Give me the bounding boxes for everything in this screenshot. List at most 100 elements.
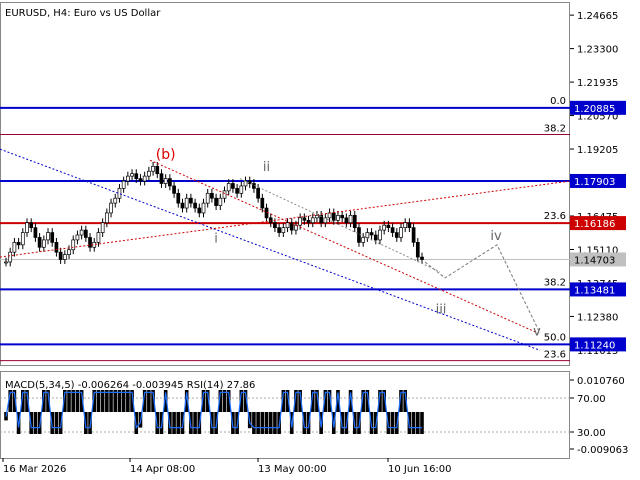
candle-body	[197, 207, 202, 214]
macd-bar	[252, 412, 256, 434]
candle-body	[420, 256, 424, 260]
candle-body	[4, 261, 8, 264]
candle-body	[394, 232, 399, 238]
macd-bar	[117, 390, 122, 412]
price-tick-label: 1.24665	[577, 11, 618, 22]
candle-body	[62, 254, 67, 260]
macd-bar	[273, 412, 277, 434]
macd-bar	[96, 390, 101, 412]
macd-bar	[67, 390, 71, 412]
candle-body	[33, 227, 38, 238]
indicator-label: MACD(5,34,5) -0.006264 -0.003945 RSI(14)…	[5, 380, 255, 391]
candle-body	[382, 224, 387, 231]
macd-bar	[390, 412, 395, 434]
macd-bar	[268, 412, 273, 434]
candle-body	[302, 217, 307, 221]
candle-body	[58, 251, 63, 260]
candle-body	[214, 197, 218, 206]
candle-body	[310, 217, 315, 224]
wave-label: iii	[436, 302, 447, 317]
macd-bar	[33, 412, 38, 434]
candle-body	[20, 232, 25, 246]
macd-bar	[100, 390, 105, 412]
candle-body	[193, 202, 197, 209]
candle-body	[390, 227, 395, 233]
chart: 1.246651.233001.219351.205701.192051.178…	[0, 0, 640, 480]
macd-bar	[411, 412, 416, 434]
candle-body	[163, 178, 168, 184]
fib-level-label: 23.6	[544, 211, 566, 222]
candle-body	[134, 173, 139, 179]
time-tick-label: 16 Mar 2026	[3, 464, 66, 475]
candle-body	[130, 173, 134, 177]
candle-body	[8, 251, 13, 263]
candle-body	[176, 192, 181, 204]
wave-label: ii	[263, 160, 270, 175]
candle-body	[184, 197, 189, 209]
candle-body	[50, 232, 55, 243]
wave-label: i	[214, 231, 218, 246]
candle-body	[403, 222, 408, 228]
candle-body	[121, 180, 126, 189]
candle-body	[373, 234, 378, 241]
candle-body	[352, 215, 357, 228]
price-tick-label: 1.12380	[577, 312, 618, 323]
macd-bar	[222, 390, 227, 412]
candle-body	[268, 217, 273, 224]
macd-bar	[147, 390, 151, 412]
candle-body	[407, 222, 412, 228]
candle-body	[365, 232, 370, 238]
candle-body	[361, 237, 366, 243]
candle-body	[126, 175, 130, 182]
indicator-tick-label: 70.00	[577, 394, 606, 405]
indicator-tick-label: 0.010760	[577, 376, 625, 387]
macd-bar	[75, 390, 80, 412]
candle-body	[340, 215, 345, 219]
candle-body	[323, 217, 328, 224]
macd-bar	[176, 412, 181, 434]
price-tick-label: 1.23300	[577, 45, 618, 56]
candle-body	[306, 219, 311, 224]
macd-bar	[126, 390, 130, 412]
candle-body	[25, 222, 29, 233]
candle-body	[168, 178, 172, 187]
candle-body	[344, 217, 349, 224]
macd-bar	[256, 412, 260, 434]
macd-bar	[193, 412, 197, 434]
macd-bar	[420, 412, 424, 434]
price-tag-label: 1.17903	[574, 177, 615, 188]
candle-body	[83, 229, 88, 238]
current-price-tag-label: 1.14703	[574, 255, 615, 266]
price-tag-label: 1.11240	[574, 340, 615, 351]
candle-body	[96, 232, 101, 243]
candle-body	[201, 202, 206, 214]
candle-body	[104, 212, 109, 224]
candle-body	[113, 197, 118, 204]
candle-body	[327, 212, 332, 219]
time-tick-label: 14 Apr 08:00	[130, 464, 195, 475]
candle-body	[239, 185, 244, 194]
candle-body	[138, 178, 143, 182]
candle-body	[231, 183, 235, 189]
candle-body	[16, 242, 21, 246]
macd-bar	[264, 412, 269, 434]
candle-body	[88, 237, 92, 248]
candle-body	[189, 197, 193, 204]
macd-bar	[415, 412, 420, 434]
candle-body	[147, 170, 151, 177]
candle-body	[71, 239, 76, 251]
fib-level-label: 38.2	[544, 123, 566, 134]
candle-body	[142, 175, 147, 182]
macd-bar	[71, 390, 76, 412]
candle-body	[172, 185, 176, 194]
candle-body	[399, 227, 403, 238]
candle-body	[41, 239, 46, 248]
candle-body	[109, 202, 113, 214]
candle-body	[285, 222, 290, 228]
candle-body	[75, 234, 80, 241]
macd-bar	[260, 412, 265, 434]
candle-body	[298, 217, 302, 226]
candle-body	[411, 227, 416, 243]
candle-body	[159, 173, 164, 184]
candle-body	[331, 212, 336, 221]
